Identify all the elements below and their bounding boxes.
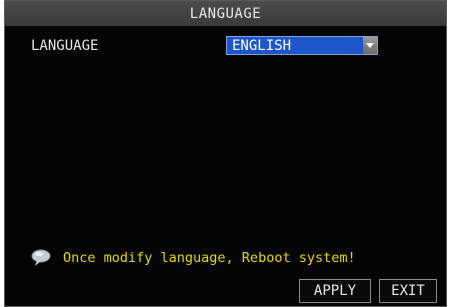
reboot-notice: Once modify language, Reboot system! bbox=[31, 249, 356, 267]
speech-bubble-icon bbox=[31, 249, 51, 266]
language-dialog: LANGUAGE LANGUAGE ENGLISH Once modify la… bbox=[4, 0, 447, 307]
chevron-down-icon[interactable] bbox=[363, 37, 377, 54]
language-select-value: ENGLISH bbox=[232, 37, 292, 54]
language-label: LANGUAGE bbox=[31, 38, 99, 54]
language-select[interactable]: ENGLISH bbox=[226, 36, 378, 55]
notice-text: Once modify language, Reboot system! bbox=[63, 250, 356, 266]
apply-button[interactable]: APPLY bbox=[299, 279, 371, 303]
dialog-title: LANGUAGE bbox=[5, 1, 446, 26]
exit-button[interactable]: EXIT bbox=[379, 279, 437, 303]
